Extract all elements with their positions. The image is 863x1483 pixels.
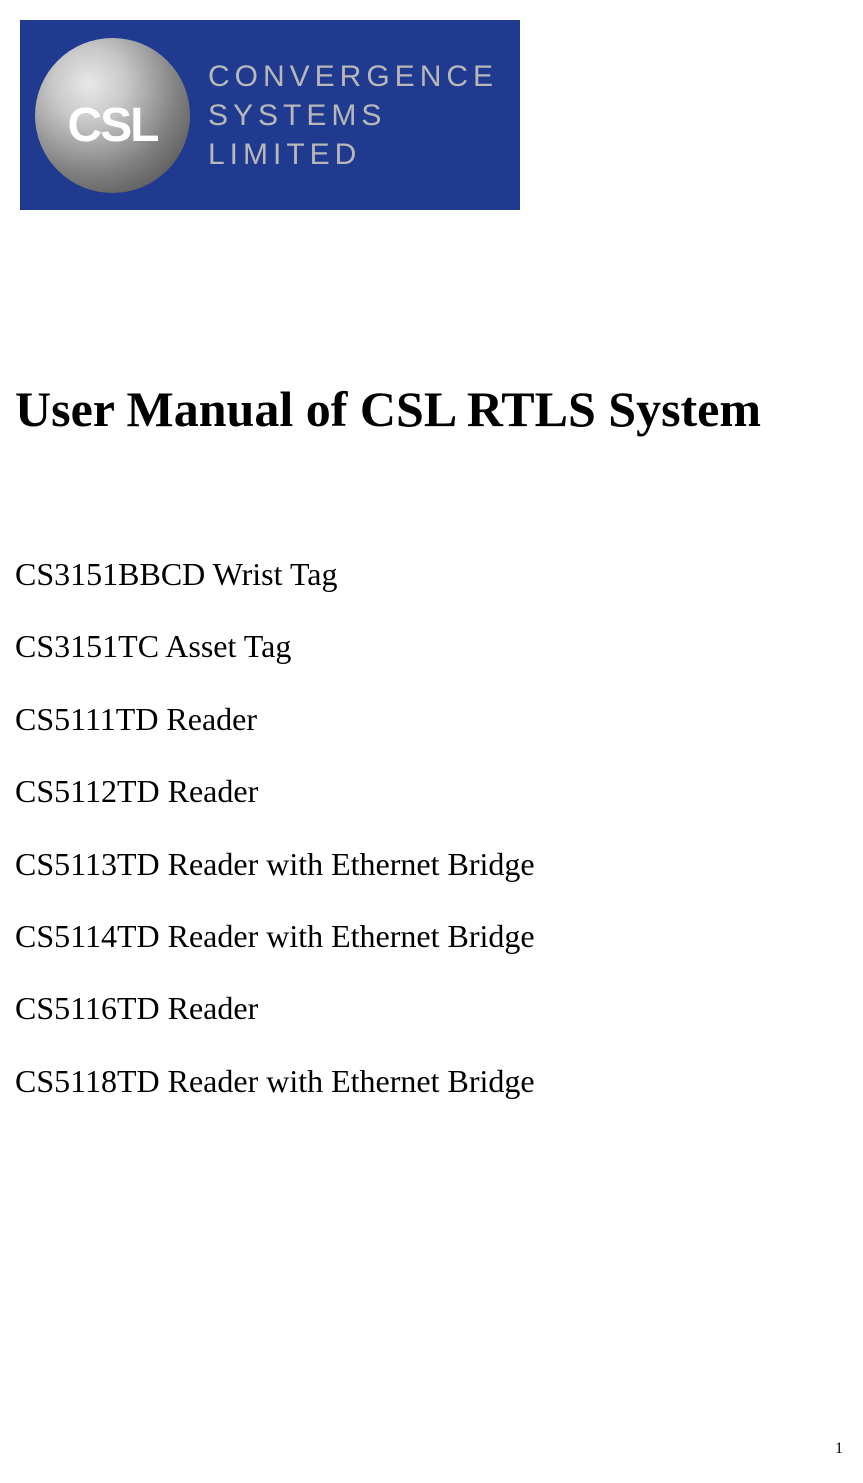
company-name: CONVERGENCE SYSTEMS LIMITED <box>208 57 520 174</box>
logo-sphere-text: CSL <box>68 98 158 153</box>
product-item: CS5116TD Reader <box>15 989 535 1027</box>
logo-sphere: CSL <box>35 38 190 193</box>
product-item: CS5113TD Reader with Ethernet Bridge <box>15 845 535 883</box>
product-item: CS5118TD Reader with Ethernet Bridge <box>15 1062 535 1100</box>
product-item: CS3151BBCD Wrist Tag <box>15 555 535 593</box>
page-number: 1 <box>835 1440 843 1458</box>
product-item: CS5114TD Reader with Ethernet Bridge <box>15 917 535 955</box>
company-line-2: SYSTEMS LIMITED <box>208 96 520 174</box>
product-item: CS5112TD Reader <box>15 772 535 810</box>
product-item: CS5111TD Reader <box>15 700 535 738</box>
company-line-1: CONVERGENCE <box>208 57 520 96</box>
product-list: CS3151BBCD Wrist Tag CS3151TC Asset Tag … <box>15 555 535 1134</box>
document-title: User Manual of CSL RTLS System <box>15 380 761 438</box>
product-item: CS3151TC Asset Tag <box>15 627 535 665</box>
logo-banner: CSL CONVERGENCE SYSTEMS LIMITED <box>20 20 520 210</box>
